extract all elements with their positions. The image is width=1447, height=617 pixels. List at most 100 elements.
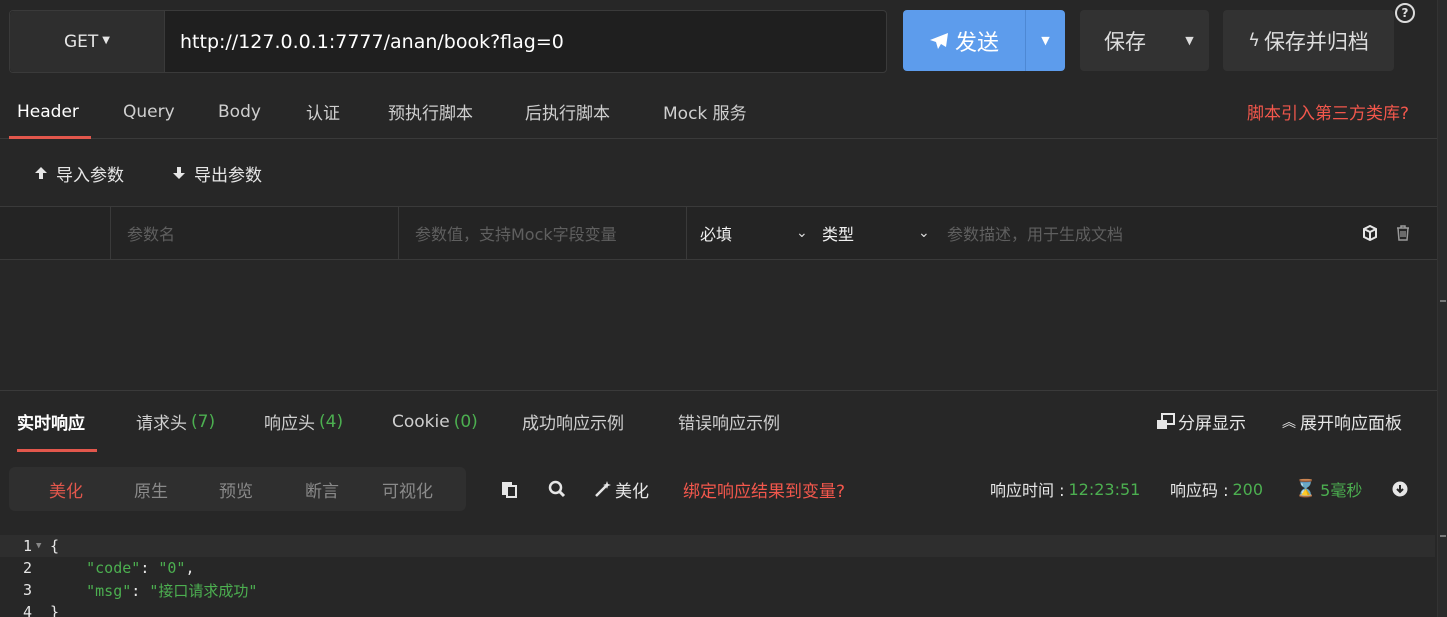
- code-text: }: [50, 603, 60, 617]
- view-mode-switch: 美化 原生 预览 断言 可视化: [9, 467, 466, 511]
- code-text: {: [50, 537, 60, 555]
- scrollbar-marker: [1440, 535, 1446, 537]
- param-value-input[interactable]: 参数值，支持Mock字段变量: [415, 207, 617, 259]
- code-line: 1 ▼ {: [0, 535, 1435, 557]
- response-toolbar: 美化 原生 预览 断言 可视化 美化 绑定响应结果到变量? 响应时间 : 12:…: [0, 451, 1447, 527]
- param-actions: 导入参数 导出参数: [0, 140, 1447, 206]
- type-label: 类型: [822, 225, 855, 244]
- hourglass-icon: ⌛: [1295, 479, 1317, 499]
- help-icon[interactable]: ?: [1395, 3, 1415, 23]
- line-number: 4: [22, 603, 32, 617]
- scrollbar[interactable]: [1437, 0, 1447, 617]
- response-code: 响应码 : 200: [1170, 467, 1263, 511]
- cube-icon[interactable]: [1362, 225, 1378, 241]
- required-select[interactable]: 必填: [700, 207, 732, 259]
- tab-body[interactable]: Body: [218, 84, 261, 139]
- arrow-up-icon: [35, 167, 47, 179]
- beautify-button[interactable]: 美化: [594, 467, 649, 511]
- tab-success-example[interactable]: 成功响应示例: [522, 391, 624, 452]
- url-input[interactable]: http://127.0.0.1:7777/anan/book?flag=0: [180, 11, 564, 72]
- import-params-button[interactable]: 导入参数: [34, 140, 124, 206]
- response-time-value: 12:23:51: [1068, 479, 1141, 499]
- paper-plane-icon: [929, 32, 948, 49]
- tab-query[interactable]: Query: [123, 84, 175, 139]
- method-label: GET: [63, 31, 99, 52]
- tab-error-example[interactable]: 错误响应示例: [678, 391, 780, 452]
- send-button[interactable]: 发送 ▼: [903, 10, 1065, 71]
- save-archive-button[interactable]: ϟ 保存并归档: [1223, 10, 1394, 71]
- mode-assert[interactable]: 断言: [305, 467, 339, 511]
- json-key: "msg": [86, 581, 132, 600]
- caret-down-icon: ▼: [102, 35, 110, 46]
- tab-mock-service[interactable]: Mock 服务: [663, 84, 747, 139]
- split-screen-icon: [1157, 412, 1175, 429]
- script-library-link[interactable]: 脚本引入第三方类库?: [1247, 84, 1409, 139]
- trash-icon[interactable]: [1396, 225, 1410, 241]
- fold-arrow-icon[interactable]: ▼: [36, 541, 50, 551]
- tab-realtime-response[interactable]: 实时响应: [17, 391, 97, 452]
- response-body-viewer[interactable]: 1 ▼ { 2 "code": "0", 3 "msg": "接口请求成功" 4…: [0, 527, 1447, 617]
- param-row: 参数名 参数值，支持Mock字段变量 必填 ⌄ 类型 ⌄ 参数描述，用于生成文档: [0, 206, 1447, 260]
- code-line: 3 "msg": "接口请求成功": [0, 579, 1435, 601]
- count-badge: (4): [319, 411, 344, 432]
- row-actions: [1362, 207, 1410, 259]
- send-main[interactable]: 发送: [903, 10, 1025, 71]
- param-name-input[interactable]: 参数名: [127, 207, 175, 259]
- tab-post-script[interactable]: 后执行脚本: [525, 84, 610, 139]
- copy-icon[interactable]: [500, 467, 518, 511]
- tab-response-headers[interactable]: 响应头 (4): [264, 391, 343, 452]
- column-divider: [686, 207, 687, 259]
- tab-header[interactable]: Header: [9, 84, 91, 139]
- mode-preview[interactable]: 预览: [219, 467, 253, 511]
- json-value: "0": [158, 559, 186, 577]
- mode-visualize[interactable]: 可视化: [382, 467, 433, 511]
- count-badge: (7): [191, 411, 216, 432]
- scrollbar-marker: [1440, 300, 1446, 302]
- expand-panel-label: 展开响应面板: [1300, 414, 1402, 434]
- tab-pre-script[interactable]: 预执行脚本: [388, 84, 473, 139]
- response-time: 响应时间 : 12:23:51: [990, 467, 1140, 511]
- send-dropdown-caret-icon[interactable]: ▼: [1025, 10, 1065, 71]
- tab-request-headers[interactable]: 请求头 (7): [136, 391, 215, 452]
- beautify-label: 美化: [615, 481, 649, 502]
- line-number: 2: [22, 559, 32, 577]
- chevron-down-icon[interactable]: ⌄: [918, 207, 930, 259]
- chevron-down-icon[interactable]: ⌄: [796, 207, 808, 259]
- json-value: "接口请求成功": [149, 581, 258, 600]
- tab-request-headers-label: 请求头: [136, 414, 187, 434]
- code-line: 4 }: [0, 601, 1435, 617]
- save-archive-label: 保存并归档: [1263, 29, 1369, 54]
- param-desc-input[interactable]: 参数描述，用于生成文档: [947, 207, 1123, 259]
- expand-panel-button[interactable]: ︽ 展开响应面板: [1282, 391, 1402, 452]
- column-divider: [398, 207, 399, 259]
- save-label[interactable]: 保存: [1080, 10, 1170, 71]
- code-text: "code": "0",: [86, 559, 195, 577]
- count-badge: (0): [453, 411, 478, 432]
- code-line: 2 "code": "0",: [0, 557, 1435, 579]
- empty-params-area: [0, 260, 1447, 390]
- download-icon[interactable]: [1392, 467, 1408, 511]
- column-divider: [110, 207, 111, 259]
- tab-cookie[interactable]: Cookie (0): [392, 391, 478, 452]
- split-view-button[interactable]: 分屏显示: [1156, 391, 1246, 452]
- split-view-label: 分屏显示: [1178, 414, 1246, 434]
- tab-response-headers-label: 响应头: [264, 414, 315, 434]
- response-code-value: 200: [1232, 479, 1264, 499]
- bind-response-link[interactable]: 绑定响应结果到变量?: [683, 467, 845, 511]
- type-select[interactable]: 类型: [822, 207, 854, 259]
- response-time-label: 响应时间 :: [990, 481, 1065, 500]
- tab-cookie-label: Cookie: [392, 411, 450, 432]
- mode-raw[interactable]: 原生: [134, 467, 168, 511]
- url-box: GET ▼ http://127.0.0.1:7777/anan/book?fl…: [9, 10, 887, 73]
- response-tabs: 实时响应 请求头 (7) 响应头 (4) Cookie (0) 成功响应示例 错…: [0, 390, 1447, 452]
- response-duration: ⌛ 5毫秒: [1295, 467, 1362, 511]
- line-number: 3: [22, 581, 32, 599]
- export-params-button[interactable]: 导出参数: [172, 140, 262, 206]
- tab-auth[interactable]: 认证: [306, 84, 340, 139]
- save-button[interactable]: 保存 ▼: [1080, 10, 1209, 71]
- save-dropdown-caret-icon[interactable]: ▼: [1170, 10, 1209, 71]
- mode-beautify[interactable]: 美化: [49, 467, 83, 511]
- method-select[interactable]: GET ▼: [10, 11, 165, 72]
- search-icon[interactable]: [548, 467, 566, 511]
- import-params-label: 导入参数: [56, 165, 124, 186]
